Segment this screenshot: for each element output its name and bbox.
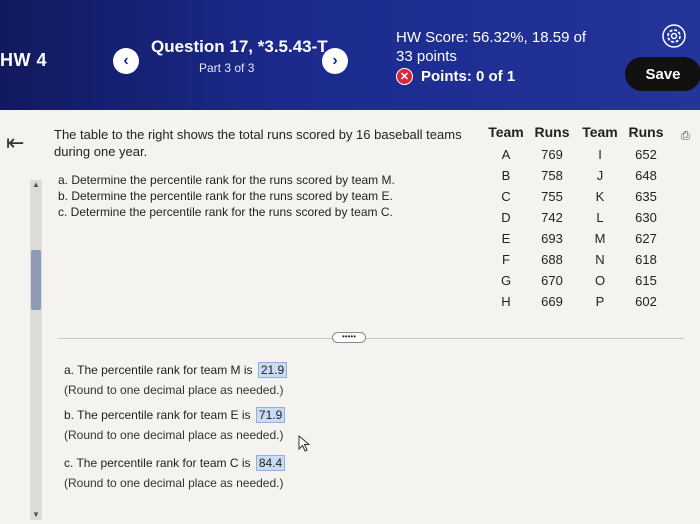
table-cell: F <box>502 252 510 267</box>
table-cell: E <box>501 231 511 246</box>
table-cell: 688 <box>541 252 563 267</box>
table-cell: I <box>598 147 602 162</box>
table-cell: A <box>501 147 511 162</box>
table-cell: N <box>595 252 605 267</box>
save-button[interactable]: Save <box>625 57 700 91</box>
table-cell: 602 <box>635 294 657 309</box>
hw-label: HW 4 <box>0 50 47 70</box>
answer-a-line: a. The percentile rank for team M is 21.… <box>64 360 288 380</box>
gear-icon[interactable] <box>662 24 686 48</box>
table-cell: 615 <box>635 273 657 288</box>
table-row: G 670 O 615 <box>486 270 670 291</box>
column-header: Runs <box>534 124 570 140</box>
header-bar: HW 4 ‹ Question 17, *3.5.43-T Part 3 of … <box>0 0 700 110</box>
answer-c-text: c. The percentile rank for team C is <box>64 456 251 470</box>
collapse-icon[interactable]: ⇤ <box>6 130 24 156</box>
column-header: Runs <box>628 124 664 140</box>
table-cell: 630 <box>635 210 657 225</box>
sub-question-a: a. Determine the percentile rank for the… <box>58 173 395 187</box>
table-row: H 669 P 602 <box>486 291 670 312</box>
answer-b-text: b. The percentile rank for team E is <box>64 408 251 422</box>
table-cell: 635 <box>635 189 657 204</box>
answer-a-hint: (Round to one decimal place as needed.) <box>64 383 284 397</box>
answer-c-line: c. The percentile rank for team C is 84.… <box>64 453 286 473</box>
answer-b: b. The percentile rank for team E is 71.… <box>64 405 286 445</box>
scroll-up-icon[interactable]: ▲ <box>32 180 40 189</box>
table-cell: 742 <box>541 210 563 225</box>
table-cell: M <box>594 231 606 246</box>
table-cell: 618 <box>635 252 657 267</box>
next-question-button[interactable]: › <box>322 48 348 74</box>
score-line2: 33 points <box>396 48 457 65</box>
table-cell: 693 <box>541 231 563 246</box>
table-cell: J <box>596 168 604 183</box>
table-cell: 652 <box>635 147 657 162</box>
column-header: Team <box>488 124 524 140</box>
table-row: C 755 K 635 <box>486 186 670 207</box>
table-row: A 769 I 652 <box>486 144 670 165</box>
question-title: Question 17, *3.5.43-T <box>151 37 328 56</box>
answer-a-input[interactable]: 21.9 <box>257 362 288 378</box>
more-button[interactable]: ••••• <box>332 332 366 343</box>
question-prompt: The table to the right shows the total r… <box>54 127 462 159</box>
answer-c: c. The percentile rank for team C is 84.… <box>64 453 286 493</box>
answer-b-line: b. The percentile rank for team E is 71.… <box>64 405 286 425</box>
column-header: Team <box>582 124 618 140</box>
sub-question-c: c. Determine the percentile rank for the… <box>58 205 393 219</box>
table-cell: 669 <box>541 294 563 309</box>
score-line1: HW Score: 56.32%, 18.59 of <box>396 29 587 46</box>
x-circle-icon: ✕ <box>396 68 413 85</box>
table-row: F 688 N 618 <box>486 249 670 270</box>
answer-b-hint: (Round to one decimal place as needed.) <box>64 428 284 442</box>
answer-a: a. The percentile rank for team M is 21.… <box>64 360 288 400</box>
table-cell: 670 <box>541 273 563 288</box>
table-row: E 693 M 627 <box>486 228 670 249</box>
table-cell: G <box>500 273 512 288</box>
sub-question-b: b. Determine the percentile rank for the… <box>58 189 393 203</box>
table-cell: K <box>595 189 605 204</box>
table-cell: 758 <box>541 168 563 183</box>
hw-score: HW Score: 56.32%, 18.59 of 33 points <box>396 28 586 66</box>
cursor-icon <box>298 435 311 452</box>
table-cell: D <box>501 210 511 225</box>
answer-a-text: a. The percentile rank for team M is <box>64 363 253 377</box>
table-cell: 648 <box>635 168 657 183</box>
divider <box>58 338 684 339</box>
table-cell: H <box>501 294 511 309</box>
scroll-down-icon[interactable]: ▼ <box>32 510 40 519</box>
table-cell: 627 <box>635 231 657 246</box>
table-cell: O <box>594 273 606 288</box>
points-text: Points: 0 of 1 <box>421 68 516 85</box>
table-cell: C <box>501 189 511 204</box>
scroll-thumb[interactable] <box>31 250 41 310</box>
table-cell: 755 <box>541 189 563 204</box>
table-cell: 769 <box>541 147 563 162</box>
scrollbar[interactable] <box>30 180 42 520</box>
table-row: B 758 J 648 <box>486 165 670 186</box>
table-row: D 742 L 630 <box>486 207 670 228</box>
answer-c-input[interactable]: 84.4 <box>255 455 286 471</box>
prev-question-button[interactable]: ‹ <box>113 48 139 74</box>
table-cell: B <box>501 168 511 183</box>
runs-table: Team Runs Team Runs A 769 I 652 B 758 J 648 C 755… <box>486 124 670 312</box>
table-cell: L <box>596 210 604 225</box>
table-cell: P <box>595 294 605 309</box>
table-header-row: Team Runs Team Runs <box>486 124 670 144</box>
part-label: Part 3 of 3 <box>199 61 255 75</box>
print-icon[interactable]: ⎙ <box>681 130 690 143</box>
answer-c-hint: (Round to one decimal place as needed.) <box>64 476 284 490</box>
answer-b-input[interactable]: 71.9 <box>255 407 286 423</box>
points-status: ✕ Points: 0 of 1 <box>396 68 515 85</box>
